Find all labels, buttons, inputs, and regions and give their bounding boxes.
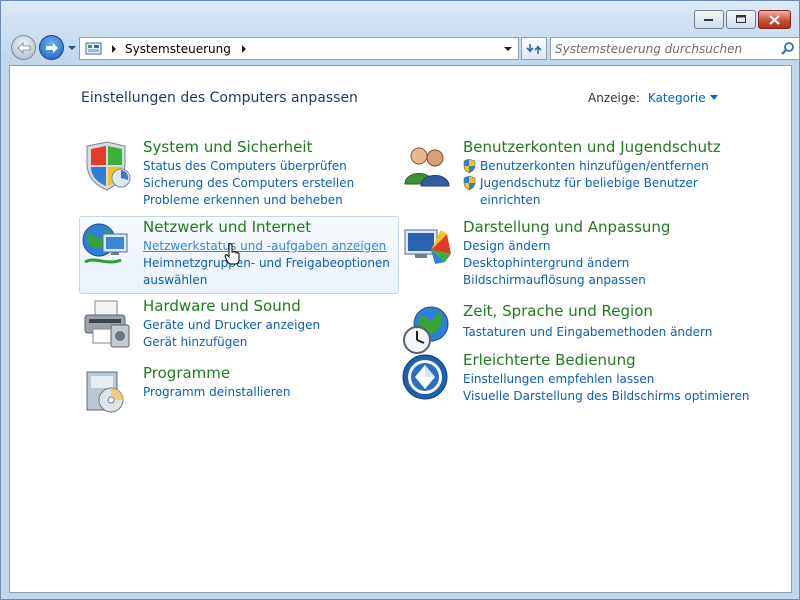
- link-homegroup[interactable]: Heimnetzgruppen- und Freigabeoptionen: [143, 255, 390, 272]
- category-title[interactable]: System und Sicherheit: [143, 138, 312, 156]
- breadcrumb-separator-icon: [112, 44, 116, 53]
- category-title[interactable]: Darstellung und Anpassung: [463, 218, 670, 236]
- category-title[interactable]: Hardware und Sound: [143, 297, 301, 315]
- ease-of-access-icon: [402, 354, 448, 400]
- arrow-right-icon: [45, 42, 58, 53]
- maximize-button[interactable]: [726, 10, 756, 29]
- content-pane: Einstellungen des Computers anpassen Anz…: [9, 65, 792, 593]
- uac-shield-icon: [463, 159, 476, 173]
- link-devices-printers[interactable]: Geräte und Drucker anzeigen: [143, 317, 320, 334]
- category-title[interactable]: Benutzerkonten und Jugendschutz: [463, 138, 721, 156]
- printer-icon: [84, 300, 130, 348]
- breadcrumb-systemsteuerung[interactable]: Systemsteuerung: [125, 42, 231, 56]
- address-bar[interactable]: Systemsteuerung: [79, 37, 519, 60]
- breadcrumb-separator-icon[interactable]: [239, 44, 249, 54]
- minimize-button[interactable]: [694, 10, 724, 29]
- link-uninstall-program[interactable]: Programm deinstallieren: [143, 384, 290, 401]
- link-homegroup-cont[interactable]: auswählen: [143, 272, 390, 289]
- view-selector: Anzeige: Kategorie: [588, 91, 719, 105]
- view-dropdown[interactable]: Kategorie: [648, 91, 719, 105]
- close-button[interactable]: [758, 10, 791, 29]
- link-optimize-display[interactable]: Visuelle Darstellung des Bildschirms opt…: [463, 388, 749, 405]
- refresh-icon: [526, 43, 542, 54]
- link-desktop-background[interactable]: Desktophintergrund ändern: [463, 255, 646, 272]
- view-label: Anzeige:: [588, 91, 640, 105]
- link-add-remove-accounts[interactable]: Benutzerkonten hinzufügen/entfernen: [463, 158, 709, 175]
- category-title[interactable]: Zeit, Sprache und Region: [463, 302, 653, 320]
- link-check-status[interactable]: Status des Computers überprüfen: [143, 158, 354, 175]
- page-title: Einstellungen des Computers anpassen: [81, 90, 358, 106]
- uac-shield-icon: [463, 176, 476, 190]
- control-panel-window: Systemsteuerung Einstellungen des Comput…: [0, 0, 800, 600]
- link-screen-resolution[interactable]: Bildschirmauflösung anpassen: [463, 272, 646, 289]
- category-title[interactable]: Erleichterte Bedienung: [463, 351, 636, 369]
- recent-pages-dropdown[interactable]: [67, 42, 77, 54]
- users-icon: [404, 147, 450, 187]
- link-label: Benutzerkonten hinzufügen/entfernen: [480, 159, 709, 173]
- category-title[interactable]: Netzwerk und Internet: [143, 218, 311, 236]
- window-controls: [694, 10, 791, 29]
- view-value: Kategorie: [647, 91, 706, 105]
- search-box: [550, 37, 800, 60]
- link-troubleshoot[interactable]: Probleme erkennen und beheben: [143, 192, 354, 209]
- link-keyboards-input[interactable]: Tastaturen und Eingabemethoden ändern: [463, 324, 712, 341]
- link-change-theme[interactable]: Design ändern: [463, 238, 646, 255]
- globe-clock-icon: [403, 306, 449, 354]
- forward-button[interactable]: [39, 35, 64, 60]
- control-panel-icon: [85, 42, 102, 54]
- programs-box-icon: [86, 371, 124, 413]
- link-label: Jugendschutz für beliebige Benutzer: [480, 176, 698, 190]
- appearance-icon: [404, 229, 451, 264]
- chevron-down-icon: [709, 95, 718, 100]
- link-parental-controls[interactable]: Jugendschutz für beliebige Benutzer: [463, 175, 709, 192]
- address-history-dropdown-icon[interactable]: [503, 44, 513, 54]
- back-button[interactable]: [11, 35, 36, 60]
- link-parental-controls-cont[interactable]: einrichten: [463, 192, 709, 209]
- search-icon[interactable]: [780, 41, 795, 56]
- navigation-toolbar: Systemsteuerung: [9, 34, 800, 64]
- chevron-down-icon: [68, 46, 76, 50]
- hand-cursor-icon: [224, 243, 240, 265]
- link-get-recommendations[interactable]: Einstellungen empfehlen lassen: [463, 371, 749, 388]
- category-title[interactable]: Programme: [143, 364, 230, 382]
- link-backup[interactable]: Sicherung des Computers erstellen: [143, 175, 354, 192]
- search-input[interactable]: [555, 39, 765, 58]
- refresh-button[interactable]: [521, 37, 547, 60]
- security-shield-icon: [86, 141, 131, 191]
- link-add-device[interactable]: Gerät hinzufügen: [143, 334, 320, 351]
- link-network-status[interactable]: Netzwerkstatus und -aufgaben anzeigen: [143, 238, 390, 255]
- arrow-left-icon: [16, 41, 30, 54]
- network-globe-icon: [82, 223, 128, 264]
